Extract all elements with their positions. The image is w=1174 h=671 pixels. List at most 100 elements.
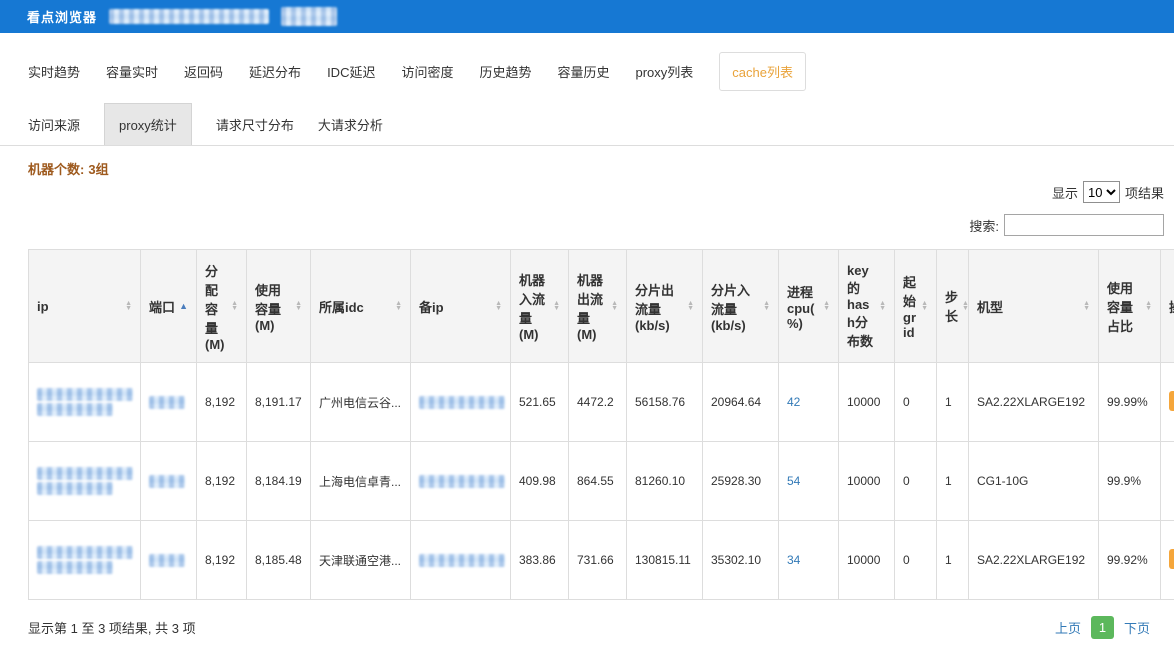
column-label: 操作 — [1169, 297, 1174, 316]
redacted-port — [149, 474, 185, 488]
cell-model: CG1-10G — [968, 441, 1099, 521]
column-header-所属idc[interactable]: 所属idc ▲ ▼ — [310, 249, 411, 363]
tab-大请求分析[interactable]: 大请求分析 — [318, 104, 383, 145]
tab-容量实时[interactable]: 容量实时 — [106, 62, 158, 81]
column-header-使用容量(M)[interactable]: 使用容量(M) ▲ ▼ — [246, 249, 311, 363]
column-label: 端口 — [149, 299, 176, 315]
tab-历史趋势[interactable]: 历史趋势 — [479, 62, 531, 81]
tab-返回码[interactable]: 返回码 — [184, 62, 223, 81]
pagination: 上页 1 下页 — [1055, 616, 1150, 639]
column-label: 机型 — [977, 299, 1004, 315]
table-container: ip ▲ ▼ 端口 ▲ 分配容量(M) ▲ ▼ 使用容量(M) ▲ ▼ 所属idc ▲ ▼ 备ip ▲ ▼ 机器入… — [28, 249, 1174, 600]
column-label: 起始grid — [903, 275, 917, 340]
sort-icon: ▲ ▼ — [823, 300, 830, 312]
column-header-使用容量占比[interactable]: 使用容量占比 ▲ ▼ — [1098, 249, 1161, 363]
cell-shard_out: 56158.76 — [626, 362, 703, 442]
cell-shard_in: 35302.10 — [702, 520, 779, 600]
column-header-机器入流量(M)[interactable]: 机器入流量(M) ▲ ▼ — [510, 249, 569, 363]
sort-icon: ▲ ▼ — [962, 300, 969, 312]
cell-bip — [410, 520, 511, 600]
show-prefix-label: 显示 — [1051, 185, 1078, 201]
column-header-ip[interactable]: ip ▲ ▼ — [28, 249, 141, 363]
column-header-步长[interactable]: 步长 ▲ ▼ — [936, 249, 969, 363]
edit-button[interactable] — [1169, 390, 1174, 411]
tab-请求尺寸分布[interactable]: 请求尺寸分布 — [216, 104, 294, 145]
column-header-操作: 操作 — [1160, 249, 1174, 363]
column-header-分配容量(M)[interactable]: 分配容量(M) ▲ ▼ — [196, 249, 247, 363]
current-page[interactable]: 1 — [1090, 616, 1114, 639]
cell-in_flow: 383.86 — [510, 520, 569, 600]
column-label: 备ip — [419, 299, 444, 315]
cell-out_flow: 4472.2 — [568, 362, 627, 442]
cell-grid: 0 — [894, 520, 937, 600]
prev-page-link[interactable]: 上页 — [1055, 618, 1081, 637]
table-header-row: ip ▲ ▼ 端口 ▲ 分配容量(M) ▲ ▼ 使用容量(M) ▲ ▼ 所属idc ▲ ▼ 备ip ▲ ▼ 机器入… — [28, 249, 1174, 363]
sort-icon: ▲ ▼ — [611, 300, 618, 312]
sort-down-icon: ▼ — [1083, 305, 1090, 312]
cell-step: 1 — [936, 441, 969, 521]
table-row: 8,192 8,185.48 天津联通空港... 383.86 731.66 130815… — [28, 520, 1174, 600]
cell-bip — [410, 362, 511, 442]
tab-cache列表[interactable]: cache列表 — [719, 51, 806, 91]
sort-icon: ▲ ▼ — [125, 300, 132, 312]
sort-icon: ▲ ▼ — [921, 300, 928, 312]
redacted-ip — [37, 388, 133, 401]
cell-ip — [28, 520, 141, 600]
sort-icon: ▲ ▼ — [1145, 300, 1152, 312]
sort-icon: ▲ ▼ — [687, 300, 694, 312]
table-row: 8,192 8,184.19 上海电信卓青... 409.98 864.55 81260.… — [28, 441, 1174, 521]
tab-容量历史[interactable]: 容量历史 — [557, 62, 609, 81]
column-header-机器出流量(M)[interactable]: 机器出流量(M) ▲ ▼ — [568, 249, 627, 363]
cell-step: 1 — [936, 520, 969, 600]
cell-cpu: 54 — [778, 441, 839, 521]
column-label: key的hash分布数 — [847, 262, 874, 349]
column-header-起始grid[interactable]: 起始grid ▲ ▼ — [894, 249, 937, 363]
column-header-备ip[interactable]: 备ip ▲ ▼ — [410, 249, 511, 363]
column-label: 分配容量(M) — [205, 263, 225, 352]
column-header-分片出流量(kb/s)[interactable]: 分片出流量(kb/s) ▲ ▼ — [626, 249, 703, 363]
tab-访问来源[interactable]: 访问来源 — [28, 104, 80, 145]
tab-IDC延迟[interactable]: IDC延迟 — [327, 62, 375, 81]
sort-down-icon: ▼ — [495, 305, 502, 312]
search-control: 搜索: — [0, 213, 1164, 237]
column-header-机型[interactable]: 机型 ▲ ▼ — [968, 249, 1099, 363]
cell-bip — [410, 441, 511, 521]
cell-grid: 0 — [894, 362, 937, 442]
proxy-stats-table: ip ▲ ▼ 端口 ▲ 分配容量(M) ▲ ▼ 使用容量(M) ▲ ▼ 所属idc ▲ ▼ 备ip ▲ ▼ 机器入… — [28, 249, 1174, 600]
column-header-进程cpu(%)[interactable]: 进程cpu(%) ▲ ▼ — [778, 249, 839, 363]
tab-访问密度[interactable]: 访问密度 — [401, 62, 453, 81]
column-header-端口[interactable]: 端口 ▲ — [140, 249, 197, 363]
cpu-link[interactable]: 34 — [787, 553, 800, 567]
page-length-select[interactable]: 10 — [1082, 181, 1120, 203]
sort-icon: ▲ ▼ — [495, 300, 502, 312]
column-header-分片入流量(kb/s)[interactable]: 分片入流量(kb/s) ▲ ▼ — [702, 249, 779, 363]
sort-asc-icon: ▲ — [179, 300, 188, 311]
column-header-key的hash分布数[interactable]: key的hash分布数 ▲ ▼ — [838, 249, 895, 363]
redacted-ip — [37, 467, 133, 480]
table-footer: 显示第 1 至 3 项结果, 共 3 项 上页 1 下页 — [28, 616, 1150, 639]
cpu-link[interactable]: 54 — [787, 474, 800, 488]
cell-model: SA2.22XLARGE192 — [968, 520, 1099, 600]
app-header: 看点浏览器 — [0, 0, 1174, 33]
tab-proxy列表[interactable]: proxy列表 — [636, 62, 694, 81]
column-label: 机器出流量(M) — [577, 273, 604, 342]
cell-ratio: 99.9% — [1098, 441, 1161, 521]
sort-icon: ▲ ▼ — [295, 300, 302, 312]
redacted-ip — [37, 546, 133, 559]
cpu-link[interactable]: 42 — [787, 395, 800, 409]
tab-延迟分布[interactable]: 延迟分布 — [249, 62, 301, 81]
edit-button[interactable] — [1169, 548, 1174, 569]
tab-proxy统计[interactable]: proxy统计 — [104, 103, 192, 145]
sort-down-icon: ▼ — [823, 305, 830, 312]
tab-实时趋势[interactable]: 实时趋势 — [28, 62, 80, 81]
primary-tabs: 实时趋势 容量实时 返回码 延迟分布 IDC延迟 访问密度 历史趋势 容量历史 proxy列表 c… — [28, 51, 1174, 91]
search-input[interactable] — [1004, 214, 1164, 236]
column-label: 机器入流量(M) — [519, 273, 546, 342]
cell-ratio: 99.99% — [1098, 362, 1161, 442]
cell-step: 1 — [936, 362, 969, 442]
next-page-link[interactable]: 下页 — [1124, 618, 1150, 637]
sort-down-icon: ▼ — [879, 305, 886, 312]
table-info: 显示第 1 至 3 项结果, 共 3 项 — [28, 621, 196, 636]
cell-alloc: 8,192 — [196, 520, 247, 600]
sort-down-icon: ▼ — [395, 305, 402, 312]
